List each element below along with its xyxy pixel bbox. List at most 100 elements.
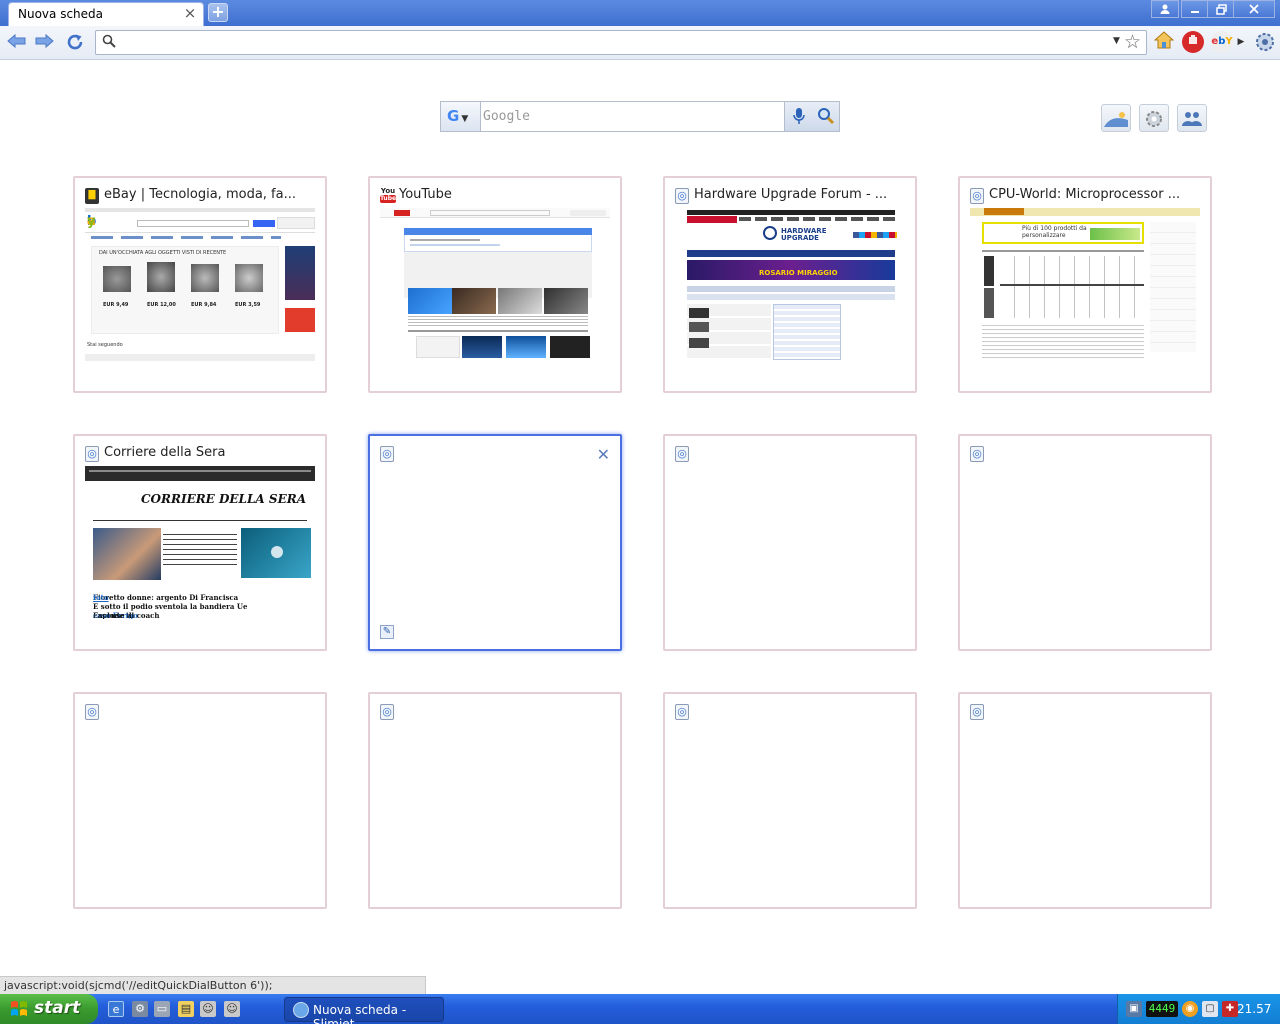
chevron-down-icon: ▼ (461, 114, 469, 124)
generic-page-icon: ◎ (675, 446, 689, 462)
search-input[interactable] (482, 104, 782, 129)
speed-dial-tile-empty-9[interactable]: ◎ (73, 692, 327, 909)
speed-dial-tile-empty-6[interactable]: ◎ ✕ ✎ (368, 434, 622, 651)
update-tray-icon[interactable]: ◉ (1182, 1001, 1198, 1017)
quicklaunch-ie-icon[interactable]: e (108, 1001, 124, 1017)
back-arrow-icon[interactable] (7, 33, 27, 53)
tray-app-icon[interactable]: ▢ (1202, 1001, 1218, 1017)
speed-dial-tile-empty-7[interactable]: ◎ (663, 434, 917, 651)
tab-strip: Nuova scheda × + (0, 0, 1280, 26)
extensions-chevron-icon[interactable]: ▶ (1236, 31, 1246, 53)
generic-page-icon: ◎ (675, 188, 689, 204)
speed-dial-tile-hwupgrade[interactable]: ◎ Hardware Upgrade Forum - ... HARDWARE … (663, 176, 917, 393)
google-g-icon: G (447, 107, 460, 125)
quicklaunch-user-icon[interactable]: ☺ (224, 1001, 240, 1017)
microphone-icon[interactable] (784, 102, 812, 131)
generic-page-icon: ◎ (970, 704, 984, 720)
thumb-footer: Stai seguendo (87, 342, 123, 348)
thumb-heading: DAI UN'OCCHIATA AGLI OGGETTI VISTI DI RE… (99, 250, 227, 256)
network-tray-icon[interactable]: ▣ (1126, 1001, 1142, 1017)
bookmark-star-icon[interactable]: ☆ (1124, 31, 1141, 53)
corriere-thumbnail: CORRIERE DELLA SERA Fioretto donne: arge… (85, 466, 315, 619)
generic-page-icon: ◎ (85, 704, 99, 720)
remove-tile-close-icon[interactable]: ✕ (597, 445, 610, 464)
tab-new-tab[interactable]: Nuova scheda × (8, 2, 204, 26)
yt-logo-top: You (380, 187, 396, 195)
forward-arrow-icon[interactable] (34, 33, 54, 53)
tile-title: Corriere della Sera (104, 445, 226, 460)
search-engine-selector[interactable]: G ▼ (441, 102, 481, 131)
url-input[interactable] (122, 33, 1102, 52)
antivirus-shield-icon[interactable]: ✚ (1222, 1001, 1238, 1017)
toolbar: ▼ ☆ ebY ▶ (0, 26, 1280, 60)
thumb-headline-text: Fioretto donne: argento Di Francisca (93, 593, 239, 602)
reload-icon[interactable] (65, 33, 85, 53)
youtube-favicon-icon: You Tube (380, 187, 396, 205)
speed-dial-tile-empty-12[interactable]: ◎ (958, 692, 1212, 909)
profile-icon[interactable] (1151, 0, 1179, 18)
speed-dial-tile-ebay[interactable]: ▇ eBay | Tecnologia, moda, fa... ebay DA… (73, 176, 327, 393)
tile-title: YouTube (399, 187, 452, 202)
settings-gear-icon[interactable] (1254, 31, 1276, 53)
yt-logo-bottom: Tube (380, 195, 397, 203)
background-icon[interactable] (1101, 104, 1131, 132)
new-tab-button[interactable]: + (208, 3, 228, 22)
thumb-price: EUR 9,84 (191, 302, 217, 308)
thumb-title: HARDWARE UPGRADE (781, 227, 827, 242)
windows-logo-icon (11, 1001, 27, 1016)
tile-title: Hardware Upgrade Forum - ... (694, 187, 888, 202)
ebay-favicon-icon: ▇ (85, 188, 99, 204)
dropdown-arrow-icon[interactable]: ▼ (1113, 36, 1120, 46)
thumb-banner: Più di 100 prodotti da personalizzare (1022, 225, 1087, 239)
thumb-price: EUR 9,49 (103, 302, 129, 308)
cpuworld-thumbnail: Più di 100 prodotti da personalizzare (970, 208, 1200, 361)
taskbar-window-button[interactable]: Nuova scheda - Slimjet (284, 997, 444, 1024)
start-label: start (34, 998, 81, 1018)
address-bar[interactable]: ▼ ☆ (95, 30, 1147, 55)
thumb-headline-link: foto (93, 593, 109, 602)
adblock-icon[interactable] (1182, 31, 1204, 53)
quicklaunch-user-icon[interactable]: ☺ (200, 1001, 216, 1017)
home-icon[interactable] (1153, 31, 1175, 53)
search-icon (102, 34, 116, 52)
quicklaunch-network-icon[interactable]: ⚙ (132, 1001, 148, 1017)
tab-title: Nuova scheda (18, 7, 104, 21)
clock: 21.57 (1237, 1002, 1272, 1016)
cpu-meter-tray[interactable]: 4449 (1146, 1001, 1178, 1017)
slimjet-icon (293, 1002, 309, 1018)
ebay-thumbnail: ebay DAI UN'OCCHIATA AGLI OGGETTI VISTI … (85, 208, 315, 361)
thumb-masthead: CORRIERE DELLA SERA (141, 492, 307, 506)
speed-dial-tile-cpuworld[interactable]: ◎ CPU-World: Microprocessor ... Più di 1… (958, 176, 1212, 393)
thumb-banner: ROSARIO MIRAGGIO (759, 269, 838, 277)
status-bar: javascript:void(sjcmd('//editQuickDialBu… (0, 976, 426, 994)
edit-tile-icon[interactable]: ✎ (380, 625, 394, 639)
speed-dial-tile-empty-11[interactable]: ◎ (663, 692, 917, 909)
generic-page-icon: ◎ (675, 704, 689, 720)
youtube-thumbnail (380, 208, 610, 361)
speed-dial-tile-corriere[interactable]: ◎ Corriere della Sera CORRIERE DELLA SER… (73, 434, 327, 651)
minimize-icon[interactable] (1181, 0, 1209, 18)
quicklaunch-drive-icon[interactable]: ▭ (154, 1001, 170, 1017)
tile-title: eBay | Tecnologia, moda, fa... (104, 187, 296, 202)
generic-page-icon: ◎ (970, 188, 984, 204)
generic-page-icon: ◎ (970, 446, 984, 462)
thumb-price: EUR 12,00 (147, 302, 176, 308)
tab-close-icon[interactable]: × (183, 6, 197, 21)
tile-title: CPU-World: Microprocessor ... (989, 187, 1181, 202)
gear-icon[interactable] (1139, 104, 1169, 132)
generic-page-icon: ◎ (380, 446, 394, 462)
users-icon[interactable] (1177, 104, 1207, 132)
close-window-icon[interactable] (1233, 0, 1275, 18)
generic-page-icon: ◎ (85, 446, 99, 462)
quicklaunch-folder-icon[interactable]: ▤ (178, 1001, 194, 1017)
search-icon[interactable] (812, 102, 839, 131)
speed-dial-tile-empty-10[interactable]: ◎ (368, 692, 622, 909)
thumb-price: EUR 3,59 (235, 302, 261, 308)
speed-dial-tile-empty-8[interactable]: ◎ (958, 434, 1212, 651)
ebay-icon[interactable]: ebY (1211, 31, 1233, 53)
thumb-headline-text: : accuse al coach (93, 611, 160, 619)
start-button[interactable]: start (0, 994, 98, 1024)
speed-dial-tile-youtube[interactable]: You Tube YouTube (368, 176, 622, 393)
restore-icon[interactable] (1207, 0, 1235, 18)
hwupgrade-thumbnail: HARDWARE UPGRADE ROSARIO MIRAGGIO (675, 208, 905, 361)
